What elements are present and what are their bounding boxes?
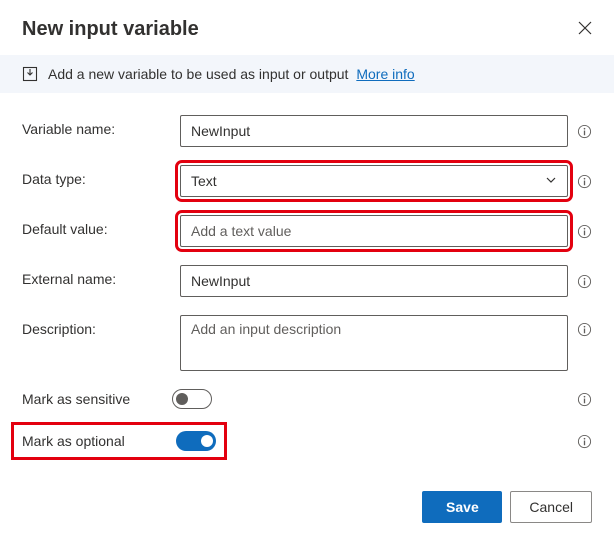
variable-name-input[interactable] xyxy=(180,115,568,147)
form-body: Variable name: Data type: Text xyxy=(0,93,614,457)
more-info-link[interactable]: More info xyxy=(356,66,414,82)
banner-text: Add a new variable to be used as input o… xyxy=(48,66,415,82)
info-icon[interactable] xyxy=(576,433,592,449)
data-type-select[interactable]: Text xyxy=(180,165,568,197)
label-mark-optional: Mark as optional xyxy=(22,433,164,449)
row-data-type: Data type: Text xyxy=(22,165,592,197)
row-external-name: External name: xyxy=(22,265,592,297)
description-input[interactable] xyxy=(180,315,568,371)
new-input-variable-panel: New input variable Add a new variable to… xyxy=(0,0,614,537)
close-icon xyxy=(578,23,592,38)
label-description: Description: xyxy=(22,315,172,337)
panel-footer: Save Cancel xyxy=(422,491,592,523)
info-icon[interactable] xyxy=(576,391,592,407)
row-mark-sensitive: Mark as sensitive xyxy=(22,389,592,409)
toggle-knob xyxy=(201,435,213,447)
info-icon[interactable] xyxy=(576,223,592,239)
mark-optional-toggle[interactable] xyxy=(176,431,216,451)
download-variable-icon xyxy=(22,66,38,82)
label-data-type: Data type: xyxy=(22,165,172,187)
toggle-knob xyxy=(176,393,188,405)
data-type-value: Text xyxy=(191,173,217,189)
panel-header: New input variable xyxy=(0,0,614,55)
panel-title: New input variable xyxy=(22,18,199,41)
label-variable-name: Variable name: xyxy=(22,115,172,137)
row-description: Description: xyxy=(22,315,592,371)
info-icon[interactable] xyxy=(576,173,592,189)
info-icon[interactable] xyxy=(576,123,592,139)
mark-optional-highlight: Mark as optional xyxy=(14,425,224,457)
row-mark-optional: Mark as optional xyxy=(22,425,592,457)
label-mark-sensitive: Mark as sensitive xyxy=(22,391,172,407)
external-name-input[interactable] xyxy=(180,265,568,297)
info-icon[interactable] xyxy=(576,273,592,289)
row-default-value: Default value: xyxy=(22,215,592,247)
label-default-value: Default value: xyxy=(22,215,172,237)
info-banner: Add a new variable to be used as input o… xyxy=(0,55,614,93)
save-button[interactable]: Save xyxy=(422,491,502,523)
chevron-down-icon xyxy=(545,173,557,189)
default-value-input[interactable] xyxy=(180,215,568,247)
row-variable-name: Variable name: xyxy=(22,115,592,147)
close-button[interactable] xyxy=(578,21,592,38)
mark-sensitive-toggle[interactable] xyxy=(172,389,212,409)
info-icon[interactable] xyxy=(576,321,592,337)
cancel-button[interactable]: Cancel xyxy=(510,491,592,523)
label-external-name: External name: xyxy=(22,265,172,287)
